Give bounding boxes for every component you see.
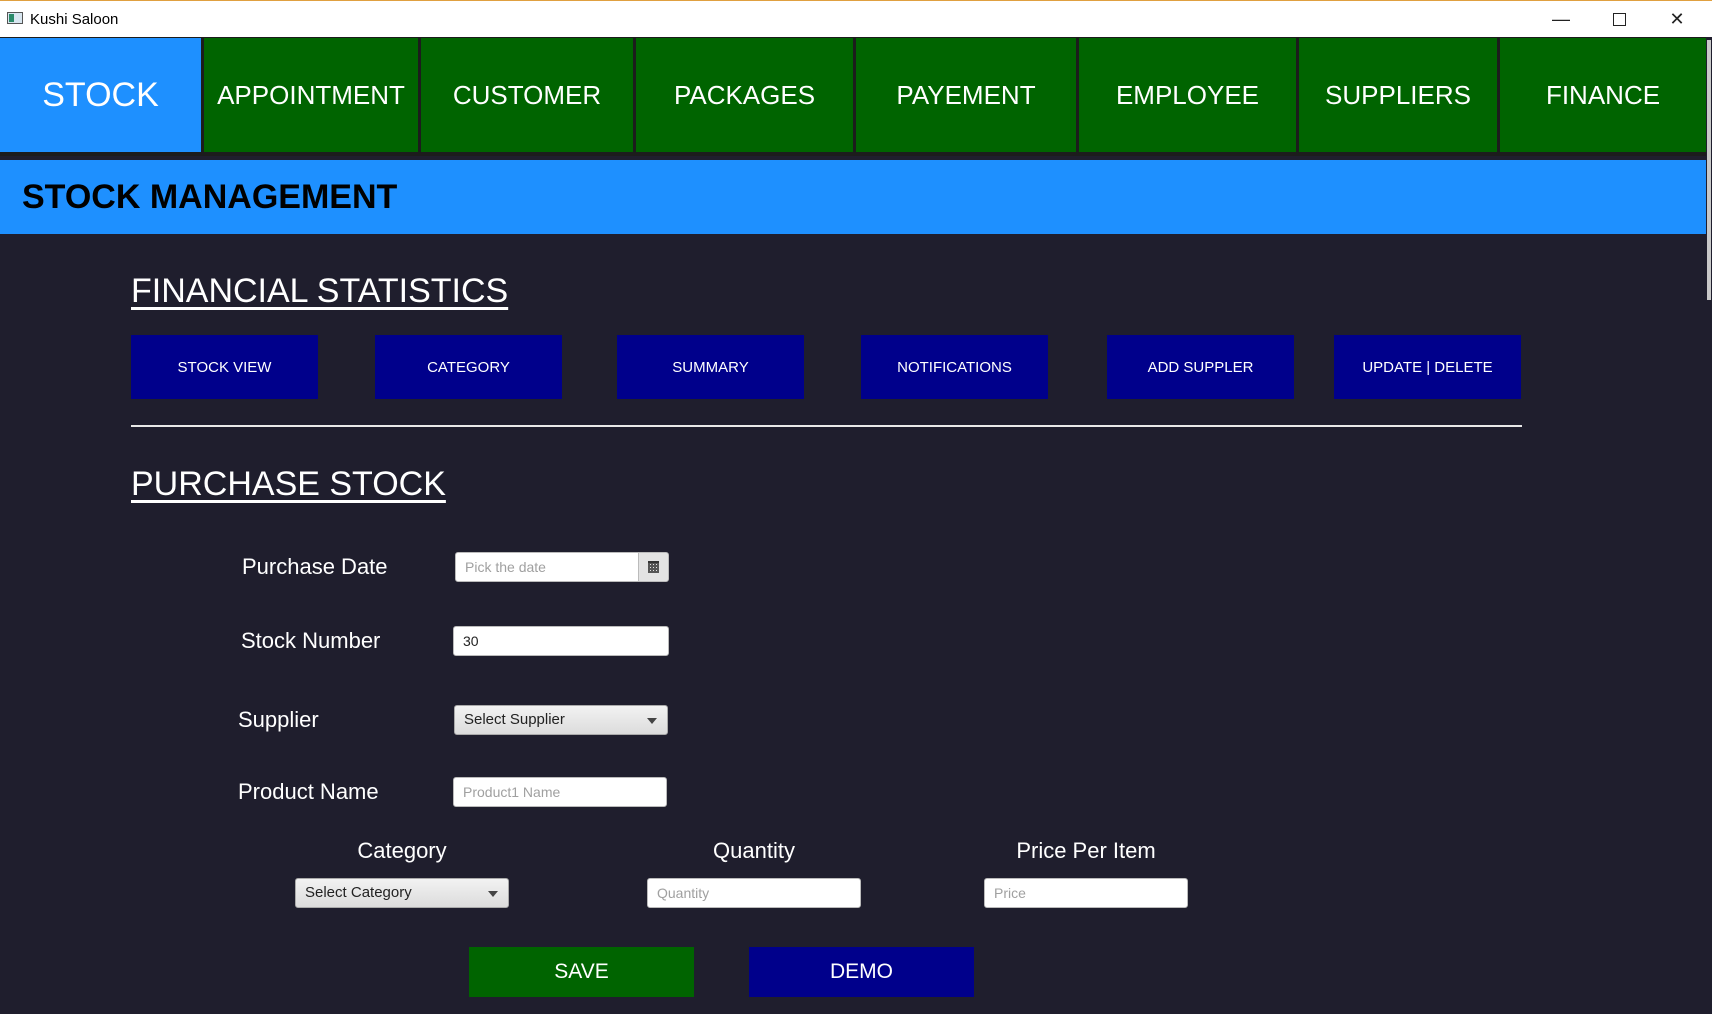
maximize-icon[interactable]	[1599, 7, 1639, 31]
product-name-label: Product Name	[238, 779, 379, 804]
page-header: STOCK MANAGEMENT	[0, 160, 1706, 234]
price-input[interactable]	[984, 878, 1188, 908]
product-name-input[interactable]	[453, 777, 667, 807]
tab-finance[interactable]: FINANCE	[1500, 38, 1706, 152]
app-icon	[7, 12, 23, 24]
chevron-down-icon	[647, 718, 657, 724]
quantity-input[interactable]	[647, 878, 861, 908]
supplier-select-value: Select Supplier	[464, 711, 565, 728]
chevron-down-icon	[488, 891, 498, 897]
stock-view-button[interactable]: STOCK VIEW	[131, 335, 318, 399]
minimize-icon[interactable]: —	[1541, 7, 1581, 31]
category-button[interactable]: CATEGORY	[375, 335, 562, 399]
purchase-date-input[interactable]	[455, 552, 639, 582]
tab-customer[interactable]: CUSTOMER	[421, 38, 633, 152]
category-select[interactable]: Select Category	[295, 878, 509, 908]
window-title: Kushi Saloon	[30, 11, 119, 28]
page-title: STOCK MANAGEMENT	[22, 178, 398, 216]
update-delete-button[interactable]: UPDATE | DELETE	[1334, 335, 1521, 399]
tab-suppliers[interactable]: SUPPLIERS	[1299, 38, 1497, 152]
summary-button[interactable]: SUMMARY	[617, 335, 804, 399]
supplier-select[interactable]: Select Supplier	[454, 705, 668, 735]
category-select-value: Select Category	[305, 884, 412, 901]
save-button[interactable]: SAVE	[469, 947, 694, 997]
tab-payement[interactable]: PAYEMENT	[856, 38, 1076, 152]
tab-packages[interactable]: PACKAGES	[636, 38, 853, 152]
section-divider	[131, 425, 1522, 427]
stock-number-label: Stock Number	[241, 628, 381, 653]
financial-statistics-heading: FINANCIAL STATISTICS	[131, 272, 509, 310]
tab-employee[interactable]: EMPLOYEE	[1079, 38, 1296, 152]
price-per-item-label: Price Per Item	[1016, 838, 1156, 863]
window-title-bar: Kushi Saloon — ✕	[0, 0, 1712, 37]
tab-strip: STOCK APPOINTMENT CUSTOMER PACKAGES PAYE…	[0, 37, 1706, 156]
calendar-icon[interactable]	[638, 552, 669, 582]
purchase-stock-heading: PURCHASE STOCK	[131, 465, 446, 503]
add-supplier-button[interactable]: ADD SUPPLER	[1107, 335, 1294, 399]
purchase-date-label: Purchase Date	[242, 554, 388, 579]
demo-button[interactable]: DEMO	[749, 947, 974, 997]
notifications-button[interactable]: NOTIFICATIONS	[861, 335, 1048, 399]
tab-appointment[interactable]: APPOINTMENT	[204, 38, 418, 152]
stock-number-input[interactable]	[453, 626, 669, 656]
scrollbar-thumb[interactable]	[1707, 40, 1711, 300]
close-icon[interactable]: ✕	[1657, 7, 1697, 31]
quantity-label: Quantity	[713, 838, 795, 863]
supplier-label: Supplier	[238, 707, 319, 732]
tab-stock[interactable]: STOCK	[0, 38, 201, 152]
category-label: Category	[357, 838, 447, 863]
